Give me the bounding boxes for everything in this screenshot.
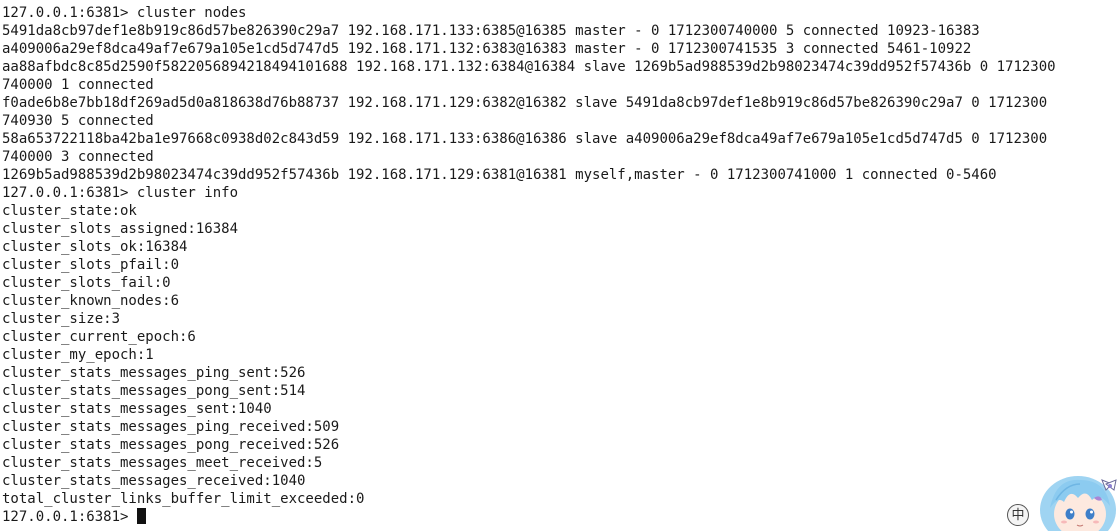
terminal-line: cluster_stats_messages_received:1040 [2,473,306,489]
terminal-line: cluster_slots_assigned:16384 [2,221,239,237]
text-cursor [136,508,146,524]
terminal-line: cluster_my_epoch:1 [2,347,154,363]
anime-mascot-icon [1040,476,1117,531]
terminal-line: 740000 1 connected [2,77,154,93]
terminal-line: 740000 3 connected [2,149,154,165]
terminal-line: 127.0.0.1:6381> cluster nodes [2,5,247,21]
terminal-line: 740930 5 connected [2,113,154,129]
terminal-line: cluster_current_epoch:6 [2,329,196,345]
terminal-line: cluster_slots_fail:0 [2,275,171,291]
terminal-line: 58a653722118ba42ba1e97668c0938d02c843d59… [2,131,1048,147]
terminal-line: cluster_state:ok [2,203,137,219]
terminal-line: cluster_stats_messages_pong_received:526 [2,437,340,453]
terminal-line: f0ade6b8e7bb18df269ad5d0a818638d76b88737… [2,95,1048,111]
terminal-line: aa88afbdc8c85d2590f582205689421849410168… [2,59,1056,75]
terminal-line: cluster_stats_messages_meet_received:5 [2,455,323,471]
terminal-line: cluster_size:3 [2,311,121,327]
terminal-line: cluster_known_nodes:6 [2,293,180,309]
terminal-line: cluster_stats_messages_pong_sent:514 [2,383,306,399]
shell-prompt: 127.0.0.1:6381> [2,509,137,525]
terminal-line: 1269b5ad988539d2b98023474c39dd952f57436b… [2,167,997,183]
terminal-window[interactable]: 127.0.0.1:6381> cluster nodes 5491da8cb97… [0,0,1119,531]
terminal-line: cluster_slots_pfail:0 [2,257,180,273]
terminal-line: cluster_slots_ok:16384 [2,239,188,255]
terminal-output: 127.0.0.1:6381> cluster nodes 5491da8cb97… [2,4,1119,526]
terminal-line: cluster_stats_messages_sent:1040 [2,401,272,417]
prompt-line[interactable]: 127.0.0.1:6381> [2,508,1119,526]
terminal-line: cluster_stats_messages_ping_received:509 [2,419,340,435]
terminal-line: a409006a29ef8dca49af7e679a105e1cd5d747d5… [2,41,972,57]
terminal-line: total_cluster_links_buffer_limit_exceede… [2,491,365,507]
terminal-line: 127.0.0.1:6381> cluster info [2,185,239,201]
terminal-line: cluster_stats_messages_ping_sent:526 [2,365,306,381]
input-method-indicator[interactable]: 中 [1007,504,1029,526]
terminal-line: 5491da8cb97def1e8b919c86d57be826390c29a7… [2,23,980,39]
